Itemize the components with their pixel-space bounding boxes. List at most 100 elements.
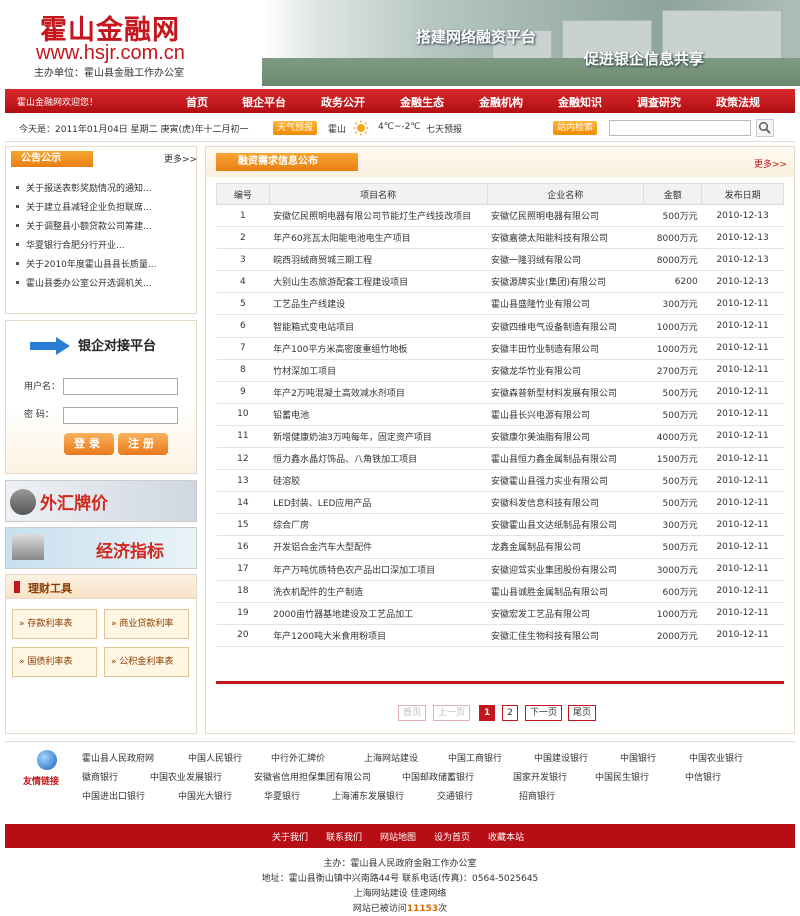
project-name[interactable]: 综合厂房 bbox=[269, 513, 488, 537]
project-name[interactable]: 年产60兆瓦太阳能电池电生产项目 bbox=[269, 226, 488, 250]
notice-item[interactable]: 关于调整县小额贷款公司筹建... bbox=[16, 219, 192, 238]
friend-link[interactable]: 中国人民银行 bbox=[188, 751, 242, 764]
table-row[interactable]: 17 年产万吨优质特色农产品出口深加工项目 安徽迎驾实业集团股份有限公司 3000万元… bbox=[216, 558, 784, 581]
friend-link[interactable]: 中国光大银行 bbox=[178, 789, 232, 802]
friend-link[interactable]: 中行外汇牌价 bbox=[271, 751, 325, 764]
nav-item-policy[interactable]: 政策法规 bbox=[716, 94, 760, 110]
table-row[interactable]: 2 年产60兆瓦太阳能电池电生产项目 安徽嘉德太阳能科技有限公司 8000万元 2010… bbox=[216, 226, 784, 250]
table-row[interactable]: 19 2000亩竹器基地建设及工艺品加工 安徽宏发工艺品有限公司 1000万元 2010… bbox=[216, 602, 784, 625]
table-row[interactable]: 15 综合厂房 安徽霍山县文达纸制品有限公司 300万元 2010-12-11 bbox=[216, 513, 784, 537]
table-row[interactable]: 9 年产2万吨混凝土高效减水剂项目 安徽森普新型材料发展有限公司 500万元 2010-… bbox=[216, 381, 784, 404]
footer-about-link[interactable]: 关于我们 bbox=[272, 830, 308, 843]
table-row[interactable]: 3 皖西羽绒商贸城三期工程 安徽一隆羽绒有限公司 8000万元 2010-12-13 bbox=[216, 248, 784, 272]
friend-link[interactable]: 中国农业发展银行 bbox=[150, 770, 222, 783]
table-row[interactable]: 10 铅蓄电池 霍山县长兴电源有限公司 500万元 2010-12-11 bbox=[216, 403, 784, 426]
table-row[interactable]: 13 硅溶胶 安徽霍山县强力实业有限公司 500万元 2010-12-11 bbox=[216, 469, 784, 493]
fund-rate-button[interactable]: » 公积金利率表 bbox=[104, 647, 189, 677]
table-row[interactable]: 20 年产1200吨大米食用粉项目 安徽汇佳生物科技有限公司 2000万元 2010-1… bbox=[216, 624, 784, 647]
project-name[interactable]: 安徽亿民照明电器有限公司节能灯生产线技改项目 bbox=[269, 204, 488, 228]
notice-item[interactable]: 关于2010年度霍山县县长质量... bbox=[16, 257, 192, 276]
project-name[interactable]: 竹材深加工项目 bbox=[269, 359, 488, 382]
project-name[interactable]: 2000亩竹器基地建设及工艺品加工 bbox=[269, 602, 488, 625]
notice-item[interactable]: 霍山县委办公室公开选调机关... bbox=[16, 276, 192, 295]
project-name[interactable]: 铅蓄电池 bbox=[269, 403, 488, 426]
friend-link[interactable]: 招商银行 bbox=[519, 789, 555, 802]
fx-rate-banner[interactable]: 外汇牌价 bbox=[5, 480, 197, 522]
search-button[interactable] bbox=[756, 119, 774, 137]
project-name[interactable]: LED封装、LED应用产品 bbox=[269, 491, 488, 515]
table-row[interactable]: 8 竹材深加工项目 安徽龙华竹业有限公司 2700万元 2010-12-11 bbox=[216, 359, 784, 382]
notice-item[interactable]: 关于报送表彰奖励情况的通知... bbox=[16, 181, 192, 200]
weather-forecast-link[interactable]: 七天预报 bbox=[426, 122, 462, 135]
deposit-rate-button[interactable]: » 存款利率表 bbox=[12, 609, 97, 639]
friend-link[interactable]: 霍山县人民政府网 bbox=[82, 751, 154, 764]
password-input[interactable] bbox=[63, 407, 178, 424]
nav-item-home[interactable]: 首页 bbox=[186, 94, 208, 110]
table-row[interactable]: 4 大别山生态旅游配套工程建设项目 安徽源牌实业(集团)有限公司 6200 2010-1… bbox=[216, 270, 784, 294]
friend-link[interactable]: 上海网站建设 bbox=[364, 751, 418, 764]
panel-more-link[interactable]: 更多>> bbox=[754, 157, 787, 170]
pagination-page-1[interactable]: 1 bbox=[479, 705, 495, 721]
pagination-next[interactable]: 下一页 bbox=[525, 705, 563, 721]
nav-item-gov-affairs[interactable]: 政务公开 bbox=[321, 94, 365, 110]
pagination-page-2[interactable]: 2 bbox=[502, 705, 518, 721]
friend-link[interactable]: 上海浦东发展银行 bbox=[332, 789, 404, 802]
project-name[interactable]: 洗衣机配件的生产制造 bbox=[269, 580, 488, 603]
project-name[interactable]: 皖西羽绒商贸城三期工程 bbox=[269, 248, 488, 272]
economic-index-banner[interactable]: 经济指标 bbox=[5, 527, 197, 569]
friend-link[interactable]: 中国进出口银行 bbox=[82, 789, 145, 802]
friend-link[interactable]: 中国建设银行 bbox=[534, 751, 588, 764]
nav-item-knowledge[interactable]: 金融知识 bbox=[558, 94, 602, 110]
project-name[interactable]: 年产1200吨大米食用粉项目 bbox=[269, 624, 488, 647]
table-row[interactable]: 7 年产100平方米高密度重组竹地板 安徽丰田竹业制造有限公司 1000万元 2010-… bbox=[216, 337, 784, 360]
project-name[interactable]: 年产100平方米高密度重组竹地板 bbox=[269, 337, 488, 360]
friend-link[interactable]: 安徽省信用担保集团有限公司 bbox=[254, 770, 371, 783]
table-row[interactable]: 12 恒力鑫水晶灯饰品、八角铁加工项目 霍山县恒力鑫金属制品有限公司 1500万元 20… bbox=[216, 447, 784, 471]
friend-link[interactable]: 华夏银行 bbox=[264, 789, 300, 802]
search-input[interactable] bbox=[609, 120, 751, 136]
notice-item[interactable]: 关于建立县减轻企业负担联席... bbox=[16, 200, 192, 219]
notice-item[interactable]: 华夏银行合肥分行开业... bbox=[16, 238, 192, 257]
friend-link[interactable]: 中国民生银行 bbox=[595, 770, 649, 783]
friend-link[interactable]: 徽商银行 bbox=[82, 770, 118, 783]
footer-bookmark-link[interactable]: 收藏本站 bbox=[488, 830, 524, 843]
project-name[interactable]: 恒力鑫水晶灯饰品、八角铁加工项目 bbox=[269, 447, 488, 471]
nav-item-finance-eco[interactable]: 金融生态 bbox=[400, 94, 444, 110]
friend-link[interactable]: 中国银行 bbox=[620, 751, 656, 764]
table-row[interactable]: 18 洗衣机配件的生产制造 霍山县诚胜金属制品有限公司 600万元 2010-12-11 bbox=[216, 580, 784, 603]
footer-contact-link[interactable]: 联系我们 bbox=[326, 830, 362, 843]
username-input[interactable] bbox=[63, 378, 178, 395]
project-name[interactable]: 新增健康奶油3万吨每年，固定资产项目 bbox=[269, 425, 488, 449]
table-row[interactable]: 11 新增健康奶油3万吨每年，固定资产项目 安徽康尔美油脂有限公司 4000万元 201… bbox=[216, 425, 784, 449]
project-name[interactable]: 智能箱式变电站项目 bbox=[269, 314, 488, 338]
table-row[interactable]: 6 智能箱式变电站项目 安徽四维电气设备制造有限公司 1000万元 2010-12-11 bbox=[216, 314, 784, 338]
nav-item-research[interactable]: 调查研究 bbox=[637, 94, 681, 110]
register-button[interactable]: 注册 bbox=[118, 433, 168, 455]
pagination-prev[interactable]: 上一页 bbox=[433, 705, 471, 721]
table-row[interactable]: 1 安徽亿民照明电器有限公司节能灯生产线技改项目 安徽亿民照明电器有限公司 500万元… bbox=[216, 204, 784, 228]
notice-more-link[interactable]: 更多>> bbox=[164, 152, 197, 165]
footer-sitemap-link[interactable]: 网站地图 bbox=[380, 830, 416, 843]
pagination-first[interactable]: 首页 bbox=[398, 705, 427, 721]
project-name[interactable]: 年产万吨优质特色农产品出口深加工项目 bbox=[269, 558, 488, 581]
friend-link[interactable]: 国家开发银行 bbox=[513, 770, 567, 783]
project-name[interactable]: 工艺品生产线建设 bbox=[269, 292, 488, 316]
project-name[interactable]: 开发铝合金汽车大型配件 bbox=[269, 535, 488, 559]
bond-rate-button[interactable]: » 国债利率表 bbox=[12, 647, 97, 677]
table-row[interactable]: 16 开发铝合金汽车大型配件 龙鑫金属制品有限公司 500万元 2010-12-11 bbox=[216, 535, 784, 559]
friend-link[interactable]: 交通银行 bbox=[437, 789, 473, 802]
friend-link[interactable]: 中国邮政储蓄银行 bbox=[402, 770, 474, 783]
nav-item-institutions[interactable]: 金融机构 bbox=[479, 94, 523, 110]
footer-homepage-link[interactable]: 设为首页 bbox=[434, 830, 470, 843]
table-row[interactable]: 14 LED封装、LED应用产品 安徽科发信息科技有限公司 500万元 2010-12-… bbox=[216, 491, 784, 515]
table-row[interactable]: 5 工艺品生产线建设 霍山县盛隆竹业有限公司 300万元 2010-12-11 bbox=[216, 292, 784, 316]
pagination-last[interactable]: 尾页 bbox=[568, 705, 597, 721]
project-name[interactable]: 年产2万吨混凝土高效减水剂项目 bbox=[269, 381, 488, 404]
project-name[interactable]: 硅溶胶 bbox=[269, 469, 488, 493]
friend-link[interactable]: 中信银行 bbox=[685, 770, 721, 783]
loan-rate-button[interactable]: » 商业贷款利率 bbox=[104, 609, 189, 639]
friend-link[interactable]: 中国农业银行 bbox=[689, 751, 743, 764]
nav-item-bank-enterprise[interactable]: 银企平台 bbox=[242, 94, 286, 110]
login-button[interactable]: 登录 bbox=[64, 433, 114, 455]
project-name[interactable]: 大别山生态旅游配套工程建设项目 bbox=[269, 270, 488, 294]
